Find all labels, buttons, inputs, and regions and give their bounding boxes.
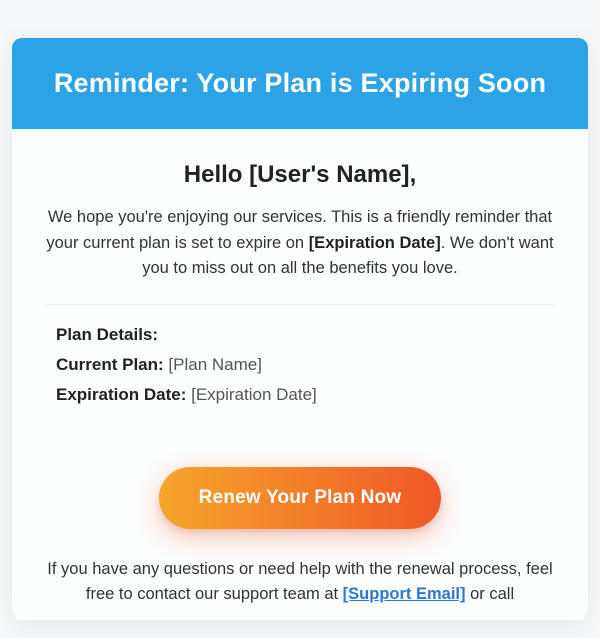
cta-container: Renew Your Plan Now bbox=[42, 441, 558, 557]
support-email-link[interactable]: [Support Email] bbox=[343, 585, 466, 603]
intro-paragraph: We hope you're enjoying our services. Th… bbox=[42, 205, 558, 282]
user-name-placeholder: [User's Name] bbox=[249, 161, 409, 188]
plan-details-heading: Plan Details: bbox=[56, 325, 544, 345]
greeting-line: Hello [User's Name], bbox=[42, 161, 558, 189]
current-plan-value: [Plan Name] bbox=[168, 355, 262, 374]
expiration-date-inline: [Expiration Date] bbox=[309, 234, 441, 252]
renew-plan-button[interactable]: Renew Your Plan Now bbox=[159, 467, 442, 529]
current-plan-row: Current Plan: [Plan Name] bbox=[56, 355, 544, 375]
help-paragraph: If you have any questions or need help w… bbox=[42, 557, 558, 620]
reminder-card: Reminder: Your Plan is Expiring Soon Hel… bbox=[12, 38, 588, 620]
plan-details-heading-label: Plan Details: bbox=[56, 325, 158, 344]
plan-details-box: Plan Details: Current Plan: [Plan Name] … bbox=[46, 304, 554, 423]
current-plan-label: Current Plan: bbox=[56, 355, 164, 374]
expiration-date-row: Expiration Date: [Expiration Date] bbox=[56, 385, 544, 405]
card-content: Hello [User's Name], We hope you're enjo… bbox=[12, 129, 588, 620]
expiration-date-label: Expiration Date: bbox=[56, 385, 186, 404]
greeting-suffix: , bbox=[410, 161, 417, 188]
greeting-hello: Hello bbox=[184, 161, 249, 188]
banner-title: Reminder: Your Plan is Expiring Soon bbox=[12, 38, 588, 129]
help-text-2: or call bbox=[466, 585, 515, 603]
expiration-date-value: [Expiration Date] bbox=[191, 385, 317, 404]
